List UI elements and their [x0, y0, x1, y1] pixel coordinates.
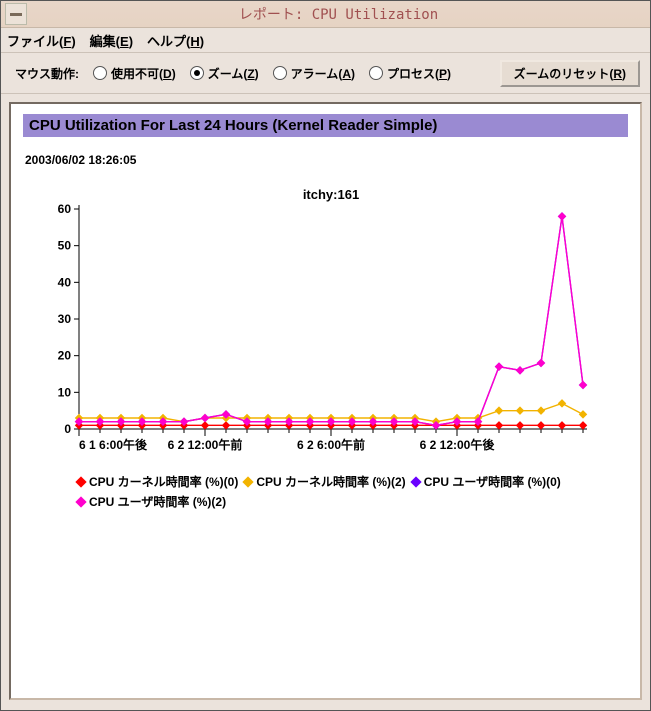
- legend-label: CPU ユーザ時間率 (%)(0): [424, 475, 561, 489]
- svg-text:6 2 6:00午前: 6 2 6:00午前: [297, 437, 365, 452]
- svg-text:30: 30: [58, 312, 72, 326]
- radio-icon: [369, 66, 383, 80]
- legend-label: CPU カーネル時間率 (%)(2): [256, 475, 405, 489]
- legend-row: CPU ユーザ時間率 (%)(2): [71, 492, 618, 512]
- legend-row: CPU カーネル時間率 (%)(0) CPU カーネル時間率 (%)(2) CPU …: [71, 472, 618, 492]
- mouse-mode-label: マウス動作:: [15, 65, 79, 82]
- menubar: ファイル(F) 編集(E) ヘルプ(H): [1, 28, 650, 53]
- radio-process[interactable]: プロセス(P): [369, 65, 451, 82]
- radio-disable[interactable]: 使用不可(D): [93, 65, 176, 82]
- svg-text:20: 20: [58, 349, 72, 363]
- svg-text:50: 50: [58, 239, 72, 253]
- svg-text:6 2 12:00午後: 6 2 12:00午後: [420, 437, 496, 452]
- minimize-button[interactable]: [5, 3, 27, 25]
- svg-text:6 1 6:00午後: 6 1 6:00午後: [79, 437, 148, 452]
- reset-zoom-button[interactable]: ズームのリセット(R): [500, 60, 640, 87]
- report-banner: CPU Utilization For Last 24 Hours (Kerne…: [23, 114, 628, 137]
- radio-alarm[interactable]: アラーム(A): [273, 65, 355, 82]
- radio-zoom[interactable]: ズーム(Z): [190, 65, 259, 82]
- cpu-chart[interactable]: itchy:161 0 10 20 30 40 50 60 6 1 6:00午後 6 2 12:0…: [23, 181, 603, 466]
- menu-file[interactable]: ファイル(F): [7, 31, 76, 50]
- legend-label: CPU カーネル時間率 (%)(0): [89, 475, 238, 489]
- legend-label: CPU ユーザ時間率 (%)(2): [89, 495, 226, 509]
- menu-edit[interactable]: 編集(E): [90, 31, 133, 50]
- toolbar: マウス動作: 使用不可(D) ズーム(Z) アラーム(A) プロセス(P) ズー…: [1, 53, 650, 94]
- report-timestamp: 2003/06/02 18:26:05: [25, 153, 628, 167]
- chart-legend: CPU カーネル時間率 (%)(0) CPU カーネル時間率 (%)(2) CPU …: [23, 466, 628, 524]
- minimize-icon: [10, 13, 22, 16]
- svg-text:6 2 12:00午前: 6 2 12:00午前: [168, 437, 243, 452]
- svg-text:itchy:161: itchy:161: [303, 187, 359, 202]
- radio-icon: [273, 66, 287, 80]
- titlebar: レポート: CPU Utilization: [1, 1, 650, 28]
- radio-icon: [93, 66, 107, 80]
- svg-text:40: 40: [58, 275, 72, 289]
- svg-text:0: 0: [64, 422, 71, 436]
- report-content: CPU Utilization For Last 24 Hours (Kerne…: [9, 102, 642, 700]
- window: レポート: CPU Utilization ファイル(F) 編集(E) ヘルプ(…: [0, 0, 651, 711]
- menu-help[interactable]: ヘルプ(H): [147, 31, 204, 50]
- svg-text:60: 60: [58, 202, 72, 216]
- radio-icon: [190, 66, 204, 80]
- svg-text:10: 10: [58, 385, 72, 399]
- window-title: レポート: CPU Utilization: [27, 4, 650, 24]
